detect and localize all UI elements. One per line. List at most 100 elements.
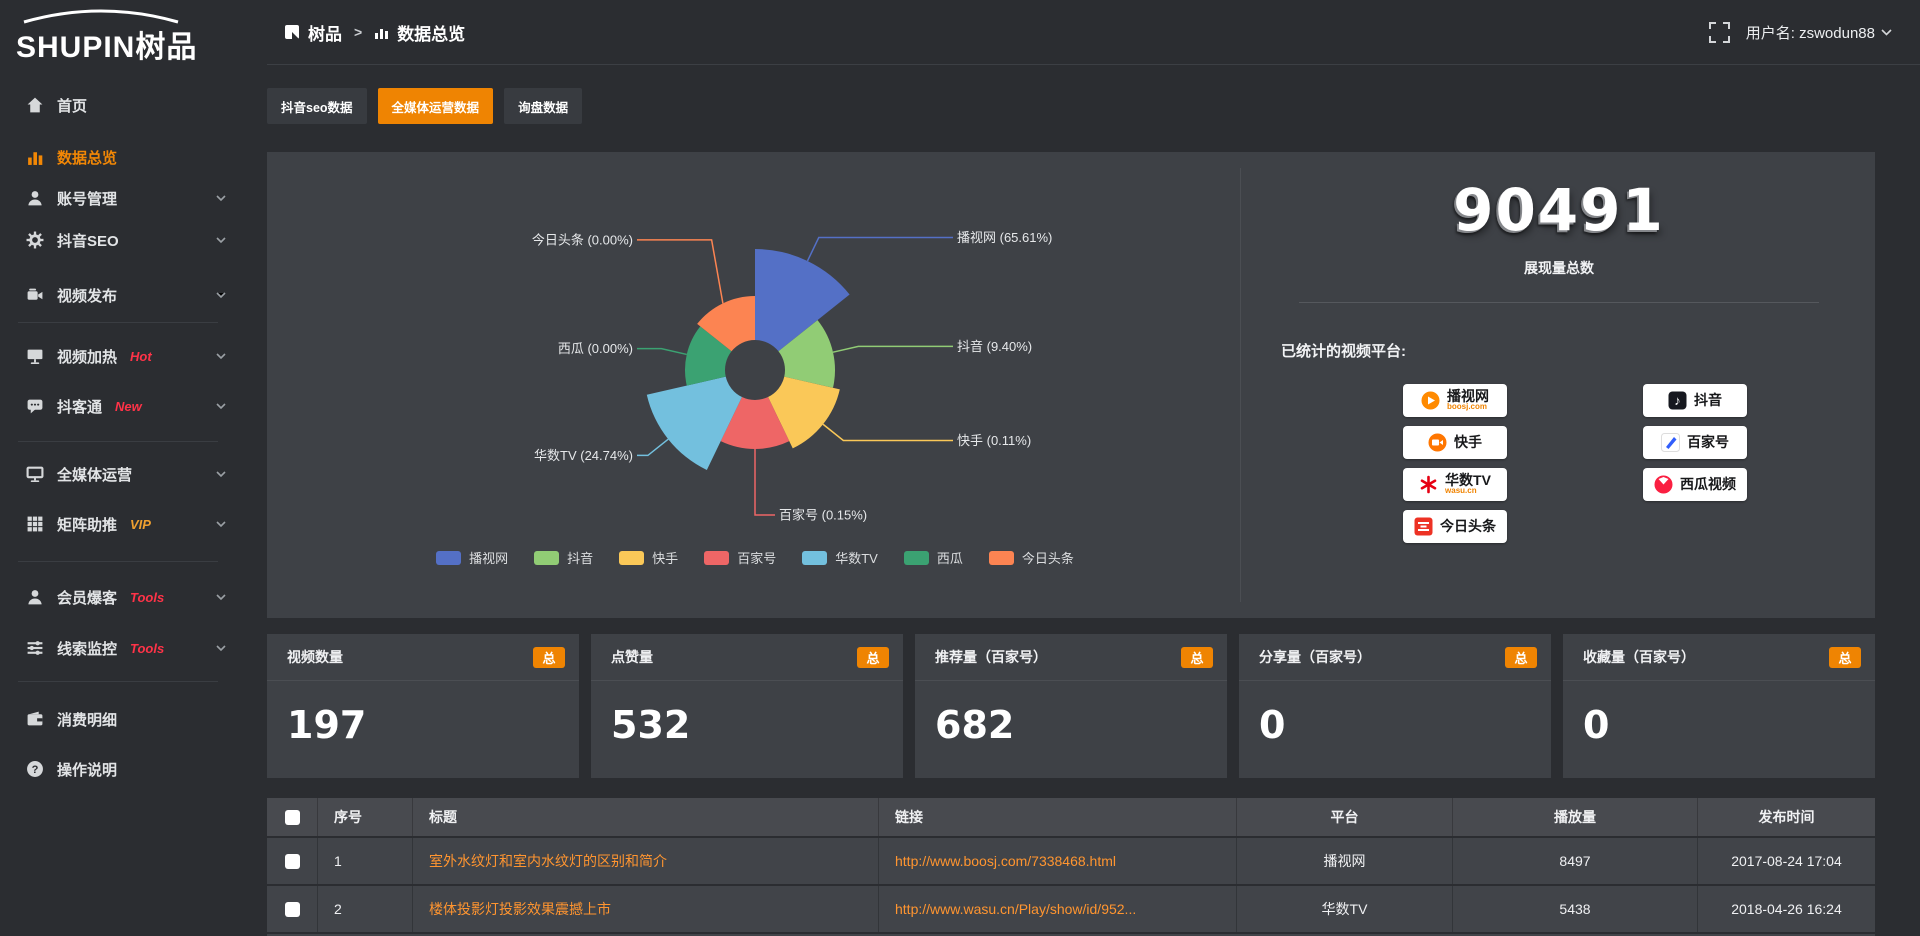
svg-text:♪: ♪ (1674, 393, 1681, 408)
fullscreen-icon[interactable] (1709, 22, 1730, 43)
sidebar-item-label: 视频发布 (57, 285, 117, 306)
table-row[interactable]: 2 楼体投影灯投影效果震撼上市 http://www.wasu.cn/Play/sh… (267, 886, 1875, 932)
sidebar-item-video-publish[interactable]: 视频发布 (0, 277, 252, 313)
table-header-cell: 平台 (1237, 798, 1453, 836)
sidebar-item-video-heating[interactable]: 视频加热 Hot (0, 338, 252, 374)
legend-item-今日头条[interactable]: 今日头条 (989, 548, 1074, 567)
video-url-link[interactable]: http://www.boosj.com/7338468.html (895, 853, 1116, 869)
legend-label: 西瓜 (937, 548, 963, 567)
sidebar-item-label: 操作说明 (57, 759, 117, 780)
sidebar-item-label: 数据总览 (57, 147, 117, 168)
platform-badge-播视网: 播视网boosj.com (1403, 384, 1507, 417)
table-cell-index: 2 (318, 886, 413, 932)
table-cell-platform: 播视网 (1237, 838, 1453, 884)
svg-text:?: ? (32, 764, 39, 776)
sidebar-divider (18, 441, 218, 442)
pie-label-line (637, 349, 687, 355)
sidebar-item-douyin-seo[interactable]: 抖音SEO (0, 222, 252, 258)
stat-card-value: 532 (591, 681, 903, 747)
header-divider (267, 64, 1920, 65)
platform-badge-快手: 快手 (1403, 426, 1507, 459)
video-title-link[interactable]: 室外水纹灯和室内水纹灯的区别和简介 (429, 851, 667, 871)
sidebar-item-spending-details[interactable]: 消费明细 (0, 701, 252, 737)
legend-item-华数TV[interactable]: 华数TV (802, 548, 878, 567)
video-url-link[interactable]: http://www.wasu.cn/Play/show/id/952... (895, 901, 1136, 917)
row-checkbox[interactable] (285, 902, 300, 917)
sidebar-item-account[interactable]: 账号管理 (0, 180, 252, 216)
sidebar-item-member-baoke[interactable]: 会员爆客 Tools (0, 579, 252, 615)
gear-icon (26, 231, 44, 249)
username-label: 用户名: zswodun88 (1746, 22, 1875, 43)
legend-item-播视网[interactable]: 播视网 (436, 548, 508, 567)
total-badge: 总 (1505, 647, 1537, 668)
pie-label: 百家号 (0.15%) (779, 508, 867, 523)
legend-chip (989, 551, 1014, 565)
total-badge: 总 (857, 647, 889, 668)
tab-inquiry-data[interactable]: 询盘数据 (504, 88, 582, 124)
sidebar-item-instructions[interactable]: ? 操作说明 (0, 751, 252, 787)
legend-chip (534, 551, 559, 565)
sidebar-item-lead-monitor[interactable]: 线索监控 Tools (0, 630, 252, 666)
sidebar: 首页 数据总览 账号管理 抖音SEO 视频发布 视频加热 Hot (0, 64, 252, 936)
breadcrumb-root[interactable]: 树品 (308, 20, 342, 45)
table-header-cell: 标题 (413, 798, 879, 836)
video-title-link[interactable]: 楼体投影灯投影效果震撼上市 (429, 899, 611, 919)
table-row[interactable]: 1室外水纹灯和室内水纹灯的区别和简介http://www.boosj.com/7… (267, 838, 1875, 884)
legend-item-快手[interactable]: 快手 (619, 548, 678, 567)
sidebar-item-matrix-boost[interactable]: 矩阵助推 VIP (0, 506, 252, 542)
pie-label-line (637, 240, 723, 303)
table-header-cell: 序号 (318, 798, 413, 836)
videos-table: 序号标题链接平台播放量发布时间1室外水纹灯和室内水纹灯的区别和简介http://… (267, 798, 1875, 936)
chevron-down-icon (216, 521, 226, 528)
sidebar-item-doukertong[interactable]: 抖客通 New (0, 388, 252, 424)
table-header-cell: 发布时间 (1698, 798, 1875, 836)
legend-item-抖音[interactable]: 抖音 (534, 548, 593, 567)
legend-item-西瓜[interactable]: 西瓜 (904, 548, 963, 567)
stat-card-label: 收藏量（百家号） (1583, 647, 1695, 667)
total-badge: 总 (1829, 647, 1861, 668)
platform-logo-icon (1654, 475, 1673, 494)
row-checkbox[interactable] (285, 810, 300, 825)
sidebar-item-label: 线索监控 (57, 638, 117, 659)
tab-douyin-seo-data[interactable]: 抖音seo数据 (267, 88, 367, 124)
username-menu[interactable]: 用户名: zswodun88 (1746, 22, 1892, 43)
table-header-row: 序号标题链接平台播放量发布时间 (267, 798, 1875, 836)
sidebar-item-omnimedia[interactable]: 全媒体运营 (0, 456, 252, 492)
legend-label: 快手 (652, 548, 678, 567)
legend-item-百家号[interactable]: 百家号 (704, 548, 776, 567)
stat-card-video-count: 视频数量总 197 (267, 634, 579, 778)
sidebar-item-label: 消费明细 (57, 709, 117, 730)
sliders-icon (26, 639, 44, 657)
table-checkbox-cell (267, 886, 318, 932)
platform-logo-icon: ♪ (1668, 391, 1687, 410)
chevron-down-icon (216, 195, 226, 202)
chevron-down-icon (216, 292, 226, 299)
table-cell-platform: 华数TV (1237, 886, 1453, 932)
sidebar-item-data-overview[interactable]: 数据总览 (0, 139, 252, 175)
chevron-down-icon (216, 645, 226, 652)
sidebar-item-label: 会员爆客 (57, 587, 117, 608)
platform-badge-抖音: ♪抖音 (1643, 384, 1747, 417)
app-logo: SHUPIN树品 (16, 8, 266, 60)
pie-label: 今日头条 (0.00%) (532, 232, 633, 247)
help-icon: ? (26, 760, 44, 778)
summary-section: 90491 展现量总数 已统计的视频平台: 播视网boosj.com快手华数TV… (1243, 152, 1875, 618)
platform-logo-icon (1421, 391, 1440, 410)
total-impressions-value: 90491 (1243, 176, 1875, 244)
pie-slice-华数TV[interactable] (647, 377, 742, 470)
row-checkbox[interactable] (285, 854, 300, 869)
stat-card-value: 0 (1239, 681, 1551, 747)
sidebar-item-label: 抖音SEO (57, 230, 119, 251)
desktop-icon (26, 465, 44, 483)
breadcrumb-separator: > (354, 24, 362, 40)
data-tabs: 抖音seo数据 全媒体运营数据 询盘数据 (267, 88, 582, 124)
table-cell-title: 室外水纹灯和室内水纹灯的区别和简介 (413, 838, 879, 884)
sidebar-item-home[interactable]: 首页 (0, 87, 252, 123)
sidebar-divider (18, 322, 218, 323)
tab-omnimedia-data[interactable]: 全媒体运营数据 (378, 88, 494, 124)
hot-badge: Hot (130, 349, 152, 364)
legend-label: 今日头条 (1022, 548, 1074, 567)
stat-card-recommendations: 推荐量（百家号）总 682 (915, 634, 1227, 778)
platform-sub: boosj.com (1447, 403, 1489, 412)
chevron-down-icon (1881, 29, 1892, 36)
